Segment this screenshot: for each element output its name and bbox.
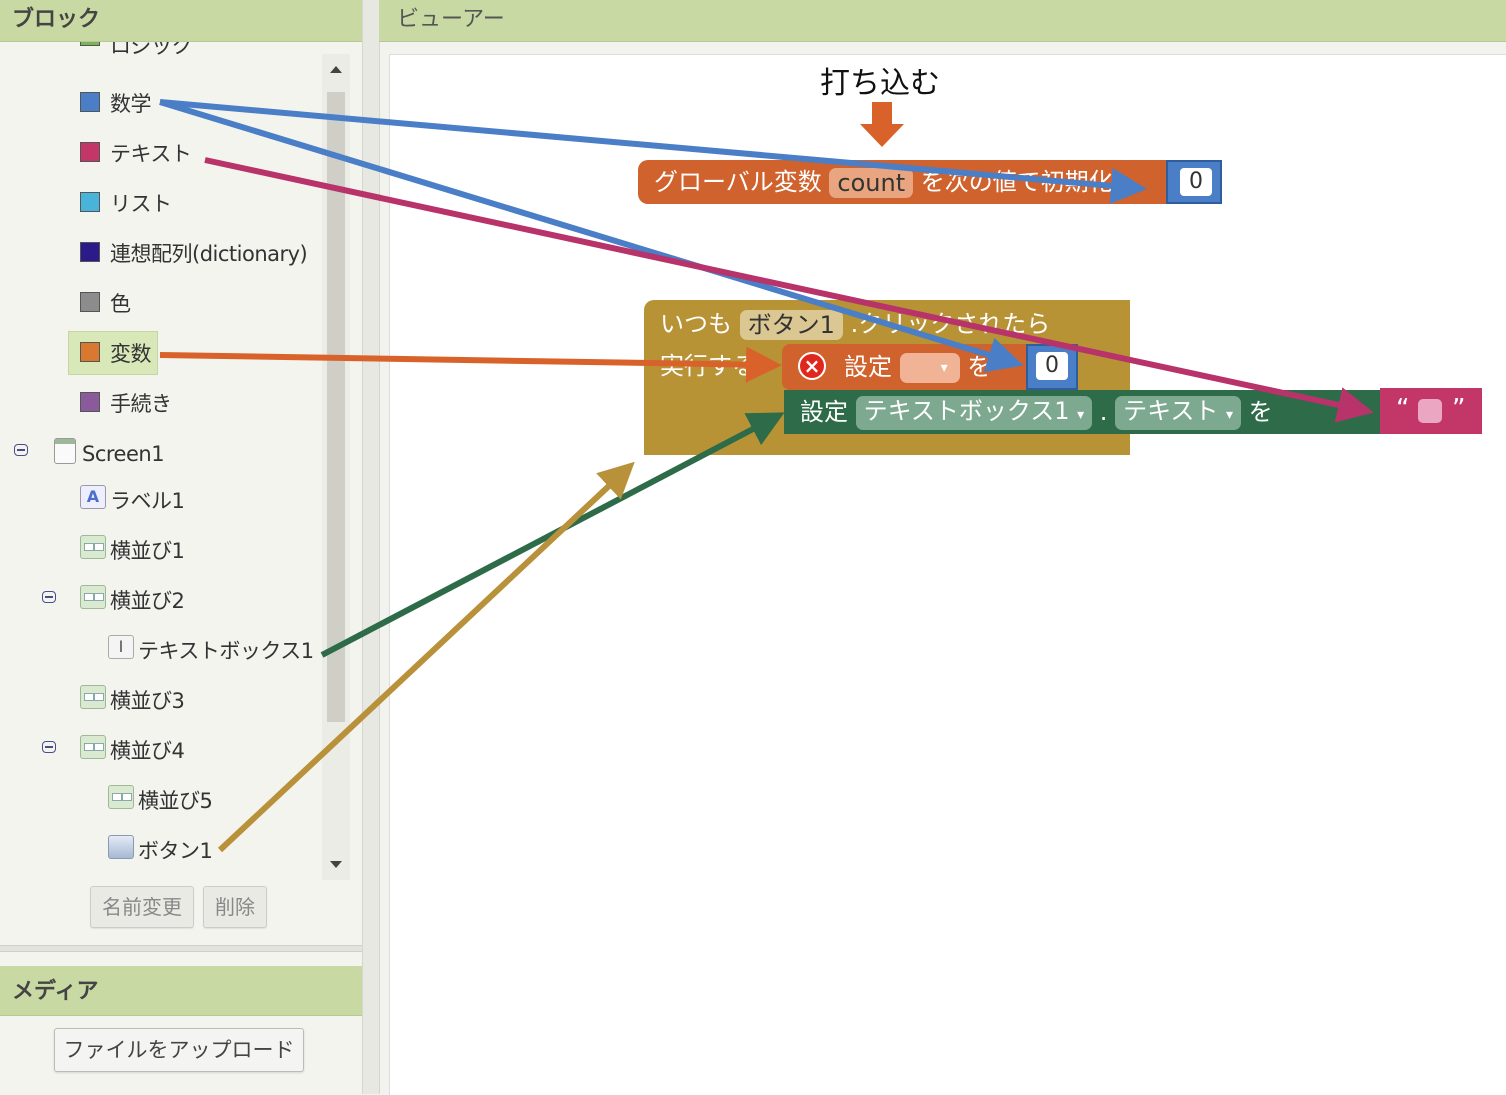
property-dropdown[interactable]: テキスト ▾	[1115, 396, 1242, 430]
category-label: 色	[110, 292, 131, 316]
set-variable-block[interactable]: × 設定 ▾ を	[782, 344, 1032, 390]
number-value[interactable]: 0	[1180, 168, 1212, 196]
list-swatch-icon	[80, 192, 100, 212]
component-label: 横並び4	[110, 739, 185, 763]
screen-icon	[54, 438, 76, 464]
category-label: 変数	[110, 342, 152, 366]
string-text-field[interactable]	[1418, 399, 1442, 423]
variable-dropdown[interactable]: ▾	[899, 353, 960, 383]
component-dropdown-value: テキストボックス1	[863, 397, 1070, 425]
rename-button[interactable]: 名前変更	[90, 886, 194, 928]
arrangement-icon	[108, 785, 134, 809]
set-property-to-label: を	[1248, 398, 1273, 426]
delete-button[interactable]: 削除	[203, 886, 267, 928]
dictionary-swatch-icon	[80, 242, 100, 262]
component-label: Screen1	[82, 442, 165, 466]
viewer-workspace[interactable]	[389, 54, 1506, 1095]
error-icon[interactable]: ×	[798, 352, 826, 380]
math-swatch-icon	[80, 92, 100, 112]
textbox-icon: I	[108, 635, 134, 659]
event-when-label: いつも	[660, 310, 732, 338]
viewer-header: ビューアー	[379, 0, 1506, 42]
upload-file-button[interactable]: ファイルをアップロード	[54, 1028, 304, 1072]
collapse-icon[interactable]	[42, 591, 56, 603]
set-value-number-block[interactable]: 0	[1026, 344, 1078, 390]
panel-splitter[interactable]	[362, 0, 380, 1094]
panel-divider	[0, 945, 362, 952]
set-textbox-text-block[interactable]: 設定 テキストボックス1 ▾ . テキスト ▾ を	[784, 390, 1384, 434]
event-component-dropdown[interactable]: ボタン1	[739, 310, 843, 340]
global-variable-name-field[interactable]: count	[829, 168, 914, 198]
component-label: ボタン1	[138, 839, 213, 863]
category-label: 手続き	[110, 392, 172, 416]
set-property-label: 設定	[800, 398, 848, 426]
category-label: ロジック	[110, 42, 193, 58]
button-icon	[108, 835, 134, 859]
arrangement-icon	[80, 585, 106, 609]
category-label: 数学	[110, 92, 152, 116]
scroll-up-icon[interactable]	[330, 66, 342, 73]
event-block-bottom	[644, 433, 1130, 455]
logic-swatch-icon	[80, 42, 100, 46]
collapse-icon[interactable]	[42, 741, 56, 753]
arrangement-icon	[80, 735, 106, 759]
property-dot: .	[1099, 398, 1108, 426]
global-block-suffix: を次の値で初期化	[920, 168, 1113, 196]
event-do-label: 実行する	[660, 352, 756, 380]
close-quote: ”	[1452, 394, 1466, 424]
blocks-panel-header: ブロック	[0, 0, 362, 42]
dropdown-arrow-icon: ▾	[1226, 407, 1234, 423]
annotation-label: 打ち込む	[820, 66, 940, 101]
procedures-swatch-icon	[80, 392, 100, 412]
collapse-icon[interactable]	[14, 444, 28, 456]
label-icon: A	[80, 485, 106, 509]
dropdown-arrow-icon: ▾	[1077, 407, 1085, 423]
global-variable-block[interactable]: グローバル変数 count を次の値で初期化	[638, 160, 1172, 204]
empty-string-block[interactable]: “ ”	[1380, 388, 1482, 434]
open-quote: “	[1396, 394, 1410, 424]
scroll-thumb[interactable]	[327, 92, 345, 722]
category-label: テキスト	[110, 142, 192, 166]
component-label: 横並び1	[110, 539, 185, 563]
property-dropdown-value: テキスト	[1123, 397, 1219, 425]
arrangement-icon	[80, 685, 106, 709]
component-label: 横並び5	[138, 789, 213, 813]
global-block-prefix: グローバル変数	[654, 168, 822, 196]
set-variable-label: 設定	[844, 353, 892, 381]
global-value-number-block[interactable]: 0	[1166, 160, 1222, 204]
component-label: 横並び3	[110, 689, 185, 713]
text-swatch-icon	[80, 142, 100, 162]
media-panel-header: メディア	[0, 966, 362, 1016]
number-value[interactable]: 0	[1036, 352, 1068, 380]
set-variable-to-label: を	[967, 353, 992, 381]
component-label: テキストボックス1	[138, 639, 314, 663]
component-label: ラベル1	[110, 489, 185, 513]
arrangement-icon	[80, 535, 106, 559]
scroll-down-icon[interactable]	[330, 861, 342, 868]
component-label: 横並び2	[110, 589, 185, 613]
category-label: 連想配列(dictionary)	[110, 242, 308, 266]
component-dropdown[interactable]: テキストボックス1 ▾	[855, 396, 1093, 430]
category-label: リスト	[110, 192, 172, 216]
blocks-scrollbar[interactable]	[322, 54, 350, 880]
event-name-label: .クリックされたら	[850, 310, 1051, 338]
blocks-tree: ロジック 数学 テキスト リスト 連想配列(dictionary) 色 変数 手…	[0, 42, 322, 882]
color-swatch-icon	[80, 292, 100, 312]
variables-swatch-icon	[80, 342, 100, 362]
